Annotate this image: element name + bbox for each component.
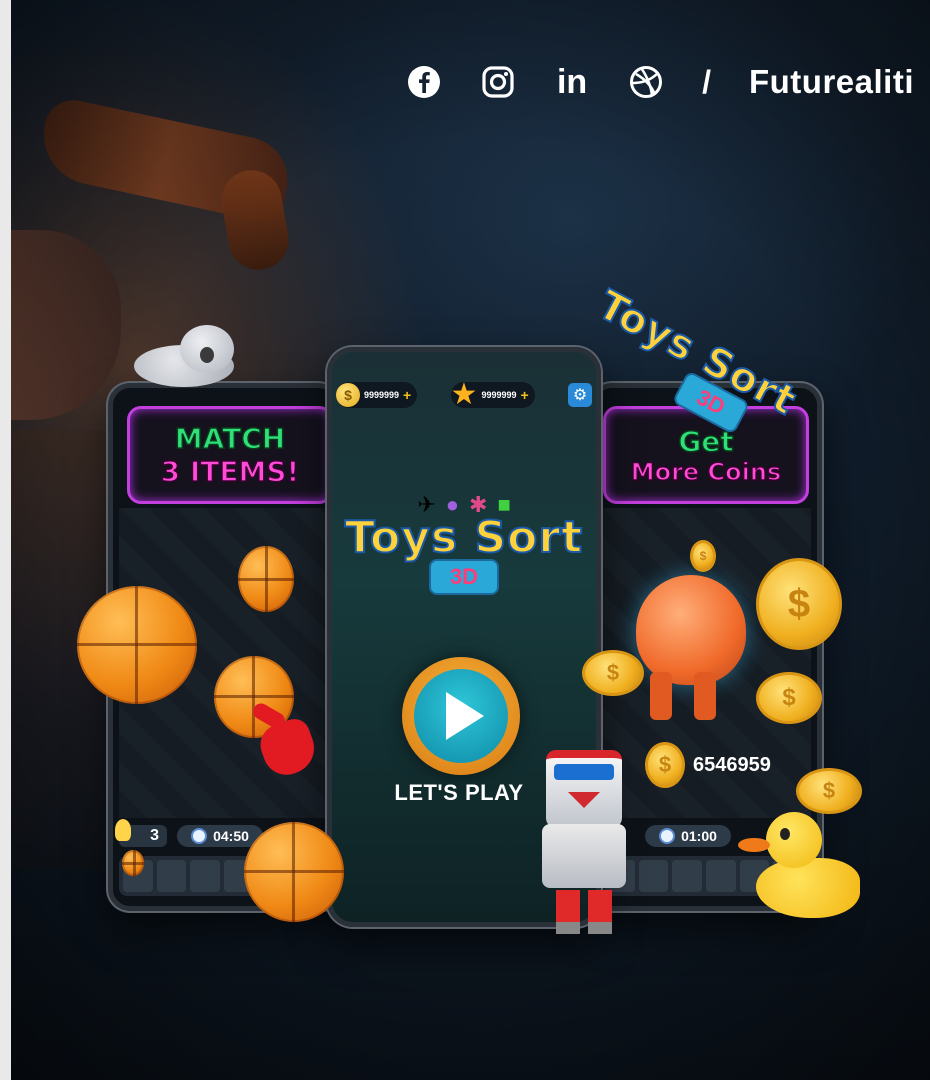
coin-total: $ 6546959 [645, 742, 771, 788]
koala-toy [134, 325, 234, 387]
dollar-coin-icon: $ [336, 383, 360, 407]
timer-value: 04:50 [213, 828, 249, 844]
tray-slot [638, 860, 669, 892]
play-button[interactable] [402, 657, 520, 775]
gear-icon[interactable]: ⚙ [568, 383, 592, 407]
timer-pill: 01:00 [645, 825, 731, 847]
tray-slot [156, 860, 187, 892]
koala-nose [200, 347, 214, 363]
robot-eyes [554, 764, 614, 780]
add-stars-icon[interactable]: + [521, 387, 529, 403]
star-balance[interactable]: ★ 9999999 + [450, 378, 535, 411]
timer-pill: 04:50 [177, 825, 263, 847]
separator-slash: / [702, 63, 711, 100]
star-balance-value: 9999999 [481, 390, 517, 400]
banner-subtitle: More Coins [630, 457, 782, 487]
clock-icon [659, 828, 676, 844]
logo-title: Toys Sort [344, 511, 584, 564]
robot-leg [588, 890, 612, 934]
lightbulb-icon [115, 819, 131, 841]
dollar-coin-icon: $ [690, 540, 716, 572]
social-header: in / Futurealiti [406, 56, 914, 108]
tray-slot [672, 860, 703, 892]
dollar-coin-icon: $ [645, 742, 685, 788]
robot-toy [538, 750, 630, 940]
basketball-small [238, 546, 294, 612]
currency-bar: $ 9999999 + ★ 9999999 + ⚙ [336, 378, 592, 412]
match-banner: MATCH 3 ITEMS! [127, 406, 333, 504]
timer-value: 01:00 [681, 828, 717, 844]
dribbble-icon[interactable] [628, 64, 664, 100]
dollar-coin-icon: $ [796, 768, 862, 814]
tray-slot [190, 860, 221, 892]
facebook-icon[interactable] [406, 64, 442, 100]
piggy-bank [636, 575, 746, 685]
robot-head [546, 750, 622, 828]
dollar-coin-icon: $ [582, 650, 644, 696]
coin-balance[interactable]: $ 9999999 + [336, 382, 418, 408]
star-icon: ★ [450, 378, 478, 411]
duck-beak [738, 838, 770, 852]
hint-count: 3 [150, 827, 159, 844]
piggy-leg [650, 672, 672, 720]
robot-leg [556, 890, 580, 934]
rubber-duck [738, 812, 862, 920]
pointing-hand-icon [250, 700, 322, 782]
basketball-bottom [244, 822, 344, 922]
clock-icon [191, 828, 208, 844]
hand-palm [254, 714, 322, 782]
play-icon [446, 692, 484, 740]
hint-counter[interactable]: 3 [115, 819, 167, 847]
duck-body [756, 858, 860, 918]
robot-body [542, 824, 626, 888]
instagram-icon[interactable] [480, 64, 516, 100]
tray-slot [706, 860, 736, 892]
brand-link[interactable]: Futurealiti [749, 63, 914, 101]
dollar-coin-icon: $ [756, 672, 822, 724]
robot-mouth [568, 792, 600, 808]
piggy-leg [694, 672, 716, 720]
game-logo: ✈ ● ✱ ■ Toys Sort 3D [344, 492, 584, 595]
linkedin-glyph: in [556, 62, 588, 101]
coin-total-value: 6546959 [693, 753, 771, 776]
robot-legs [556, 890, 612, 934]
left-edge-strip [0, 0, 11, 1080]
banner-subtitle: 3 ITEMS! [160, 454, 300, 489]
duck-head [766, 812, 822, 868]
play-button-core [414, 669, 508, 763]
game-status-bar: 01:00 [645, 824, 731, 848]
coin-balance-value: 9999999 [364, 390, 400, 400]
banner-title: MATCH [174, 421, 286, 456]
add-coins-icon[interactable]: + [403, 387, 411, 403]
basketball-tray-item [122, 850, 144, 876]
logo-badge-3d: 3D [429, 559, 499, 595]
linkedin-icon[interactable]: in [554, 62, 590, 101]
basketball-large [77, 586, 197, 704]
dollar-coin-icon: $ [756, 558, 842, 650]
duck-eye [780, 828, 790, 840]
